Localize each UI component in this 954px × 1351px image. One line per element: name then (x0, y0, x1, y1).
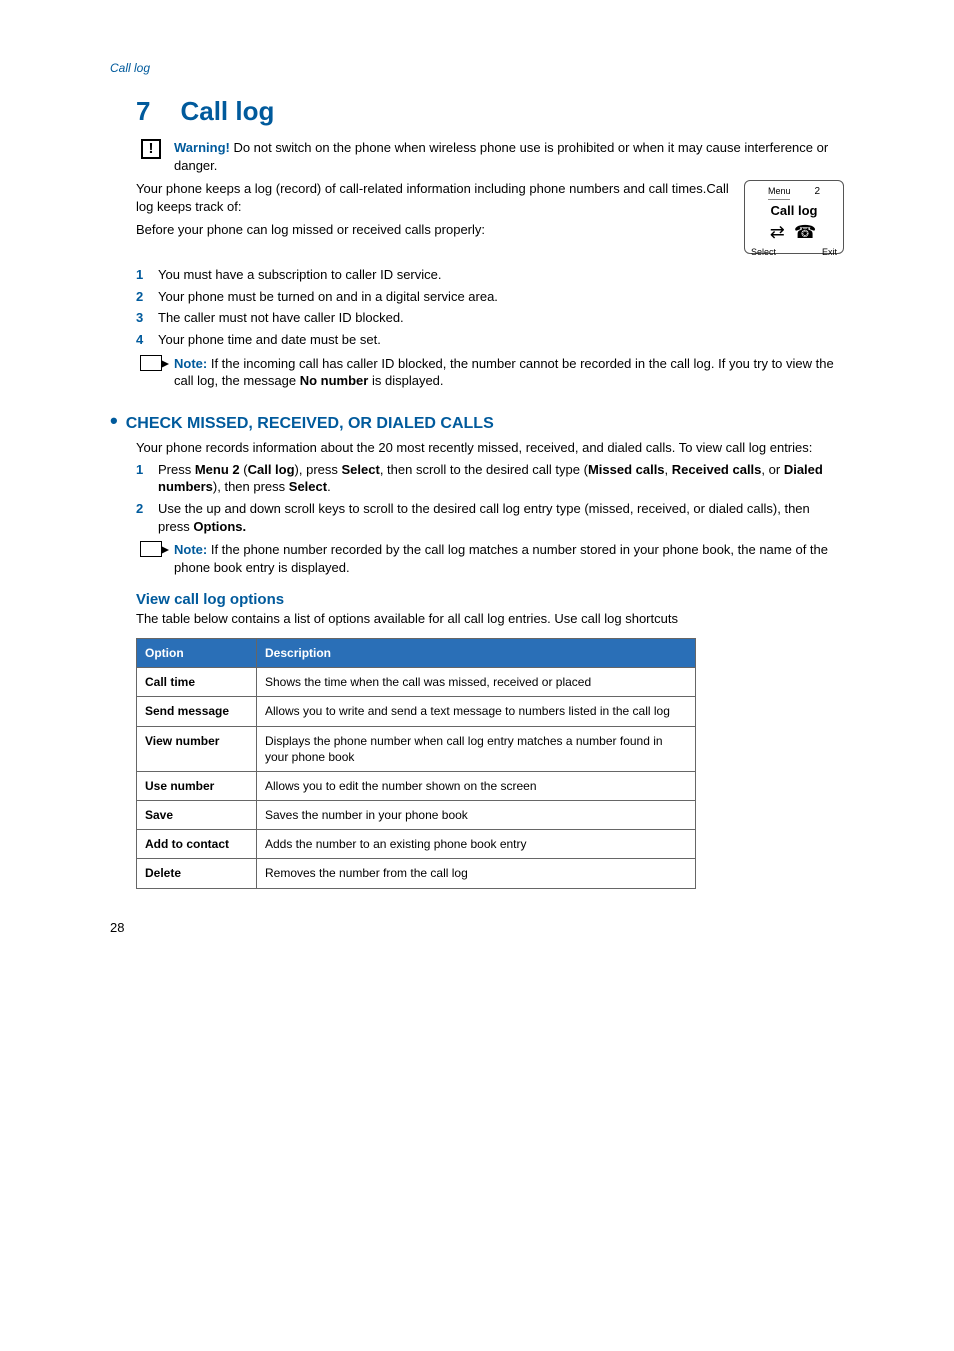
req-text: You must have a subscription to caller I… (158, 266, 442, 284)
list-item: 1 Press Menu 2 (Call log), press Select,… (136, 461, 844, 496)
warning-label: Warning! (174, 140, 230, 155)
list-item: 3The caller must not have caller ID bloc… (136, 309, 844, 327)
phone-menu-index: 2 (814, 185, 820, 199)
phone-screen-illustration: Menu 2 Call log ⇄ ☎ Select Exit (744, 180, 844, 254)
note-text-b: is displayed. (368, 373, 443, 388)
list-item: 1You must have a subscription to caller … (136, 266, 844, 284)
requirements-list: 1You must have a subscription to caller … (136, 266, 844, 348)
table-row: SaveSaves the number in your phone book (137, 801, 696, 830)
breadcrumb: Call log (110, 60, 844, 76)
warning-block: Warning! Do not switch on the phone when… (136, 139, 844, 174)
chapter-title: Call log (180, 94, 274, 129)
list-item: 2Your phone must be turned on and in a d… (136, 288, 844, 306)
note-text: If the phone number recorded by the call… (174, 542, 828, 575)
step-text: Press Menu 2 (Call log), press Select, t… (158, 461, 844, 496)
list-item: 2 Use the up and down scroll keys to scr… (136, 500, 844, 535)
warning-icon (136, 139, 166, 174)
req-text: Your phone time and date must be set. (158, 331, 381, 349)
note-block-1: Note: If the incoming call has caller ID… (136, 355, 844, 390)
chapter-heading: 7 Call log (136, 94, 844, 129)
list-item: 4Your phone time and date must be set. (136, 331, 844, 349)
section-title-text: CHECK MISSED, RECEIVED, OR DIALED CALLS (126, 415, 494, 432)
section-heading-check: • CHECK MISSED, RECEIVED, OR DIALED CALLS (110, 406, 844, 436)
table-row: DeleteRemoves the number from the call l… (137, 859, 696, 888)
table-header-option: Option (137, 638, 257, 667)
bullet-icon: • (110, 408, 118, 433)
note-icon (136, 541, 166, 576)
intro-paragraph-1: Your phone keeps a log (record) of call-… (136, 180, 844, 215)
section2-intro: The table below contains a list of optio… (136, 610, 844, 628)
req-text: The caller must not have caller ID block… (158, 309, 404, 327)
note-icon (136, 355, 166, 390)
steps-list: 1 Press Menu 2 (Call log), press Select,… (136, 461, 844, 535)
phone-screen-icons: ⇄ ☎ (751, 220, 837, 244)
table-row: Send messageAllows you to write and send… (137, 697, 696, 726)
table-row: Add to contactAdds the number to an exis… (137, 830, 696, 859)
note-label: Note: (174, 356, 207, 371)
table-row: View numberDisplays the phone number whe… (137, 726, 696, 771)
warning-text: Do not switch on the phone when wireless… (174, 140, 828, 173)
table-header-desc: Description (257, 638, 696, 667)
section-heading-options: View call log options (136, 590, 844, 610)
intro-paragraph-2: Before your phone can log missed or rece… (136, 221, 844, 239)
options-table: Option Description Call timeShows the ti… (136, 638, 696, 889)
req-text: Your phone must be turned on and in a di… (158, 288, 498, 306)
note-bold: No number (300, 373, 369, 388)
section1-intro: Your phone records information about the… (136, 439, 844, 457)
phone-exit-label: Exit (822, 246, 837, 258)
phone-menu-label: Menu (768, 185, 791, 199)
note-text-a: If the incoming call has caller ID block… (174, 356, 834, 389)
phone-select-label: Select (751, 246, 776, 258)
table-row: Call timeShows the time when the call wa… (137, 668, 696, 697)
table-row: Use numberAllows you to edit the number … (137, 771, 696, 800)
note-label: Note: (174, 542, 207, 557)
chapter-number: 7 (136, 94, 150, 129)
step-text: Use the up and down scroll keys to scrol… (158, 500, 844, 535)
note-block-2: Note: If the phone number recorded by th… (136, 541, 844, 576)
phone-screen-title: Call log (751, 202, 837, 220)
page-number: 28 (110, 919, 844, 937)
